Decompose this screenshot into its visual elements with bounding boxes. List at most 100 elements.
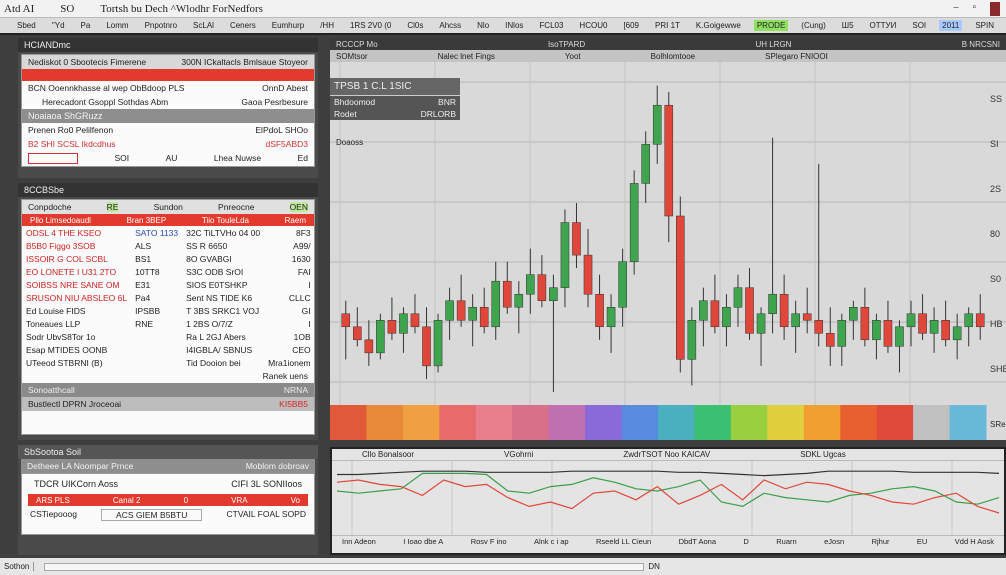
minimize-button[interactable]: – bbox=[953, 2, 958, 16]
col-header: Tiio TouleLda bbox=[201, 215, 249, 225]
toolbar-item[interactable]: [609 bbox=[620, 20, 642, 31]
info-text: B2 SHI SCSL Ikdcdhus bbox=[28, 139, 116, 149]
indicator-label: I Ioao dbe A bbox=[403, 537, 444, 546]
heat-band-segment bbox=[548, 405, 586, 440]
toolbar-item[interactable]: Ahcss bbox=[436, 20, 464, 31]
order-field[interactable]: Canal 2 bbox=[113, 496, 141, 505]
toolbar-item[interactable]: ''Yd bbox=[49, 20, 68, 31]
toolbar-item[interactable]: 2011 bbox=[939, 20, 963, 31]
toolbar-item[interactable]: Nlo bbox=[474, 20, 492, 31]
close-button[interactable] bbox=[990, 2, 1000, 16]
toolbar-item[interactable]: FCL03 bbox=[536, 20, 566, 31]
table-row[interactable]: Esap MTIDES OONB I4IGBLA/ SBNUS CEO bbox=[22, 343, 315, 356]
toolbar-item[interactable]: Sbed bbox=[14, 20, 39, 31]
heat-band-segment bbox=[913, 405, 951, 440]
indicator-line bbox=[336, 479, 1000, 514]
candle bbox=[860, 287, 870, 347]
tab[interactable]: RE bbox=[106, 202, 119, 212]
panel-title: SbSootoa Soil bbox=[18, 445, 318, 459]
axis-tick-label: SS bbox=[990, 94, 1002, 104]
candle bbox=[733, 274, 743, 327]
order-text: TDCR UIKCorn Aoss bbox=[34, 479, 119, 489]
info-text: Gaoa Pesrbesure bbox=[241, 97, 308, 107]
table-cell: I4IGBLA/ SBNUS bbox=[186, 344, 253, 355]
candle-body bbox=[964, 313, 973, 328]
toolbar-item[interactable]: SPIN bbox=[972, 20, 997, 31]
order-field[interactable]: 0 bbox=[184, 496, 188, 505]
candle bbox=[502, 261, 512, 314]
table-row[interactable]: UTeeod STBRNI (B) Tid Dooion bei Mra1ionem bbox=[22, 356, 315, 369]
toolbar-item[interactable]: HCOU0 bbox=[576, 20, 610, 31]
table-cell bbox=[131, 356, 182, 369]
candle bbox=[952, 313, 962, 360]
chart-header: B NRCSNI bbox=[961, 39, 1000, 49]
toolbar-item[interactable]: PRI 1T bbox=[652, 20, 683, 31]
toolbar-item[interactable]: SOI bbox=[909, 20, 929, 31]
tab[interactable]: Conpdoche bbox=[28, 202, 71, 212]
toolbar-item[interactable]: 1RS 2V0 (0 bbox=[347, 20, 394, 31]
tab[interactable]: Pnreocne bbox=[218, 202, 254, 212]
watchlist-panel: 8CCBSbe Conpdoche RE Sundon Pnreocne OEN… bbox=[18, 183, 318, 440]
info-text: Prenen Ro0 Pelilfenon bbox=[28, 125, 114, 135]
tab[interactable]: Sundon bbox=[154, 202, 183, 212]
toolbar-item[interactable]: Lomm bbox=[103, 20, 131, 31]
table-cell: B5B0 Figgo 3SOB bbox=[26, 240, 96, 251]
order-field[interactable]: ARS PLS bbox=[36, 496, 70, 505]
price-chart[interactable]: RCCCP Mo IsoTPARD UH LRGN B NRCSNI SOMtsor N… bbox=[330, 38, 1006, 440]
table-row[interactable]: B5B0 Figgo 3SOB ALS SS R 6650 A99/ bbox=[22, 239, 315, 252]
toolbar-item[interactable]: ScLAl bbox=[190, 20, 217, 31]
toolbar-item[interactable]: Eumhurp bbox=[269, 20, 307, 31]
toolbar-item[interactable]: Ш5 bbox=[839, 20, 857, 31]
tab[interactable]: OEN bbox=[289, 202, 308, 212]
candle-body bbox=[399, 313, 408, 334]
toolbar-item[interactable]: PRODE bbox=[753, 20, 789, 31]
order-input[interactable] bbox=[28, 153, 78, 164]
candle-body bbox=[975, 313, 985, 328]
value: AU bbox=[165, 153, 178, 163]
window-title: Tortsh bu Dech ^Wlodhr ForNedfors bbox=[100, 2, 263, 15]
horizontal-scrollbar[interactable] bbox=[44, 562, 645, 571]
table-row[interactable]: ISSOIR G COL SCBL BS1 8O GVABGI 1630 bbox=[22, 252, 315, 265]
info-text: dSF5ABD3 bbox=[265, 139, 308, 149]
table-cell: SATO 1133 bbox=[135, 227, 179, 238]
candle-body bbox=[606, 306, 616, 328]
toolbar-item[interactable]: /HH bbox=[317, 20, 337, 31]
order-field[interactable]: VRA bbox=[231, 496, 247, 505]
toolbar-item[interactable]: Ceners bbox=[227, 20, 259, 31]
toolbar-item[interactable]: Pa bbox=[78, 20, 94, 31]
indicator-panel[interactable]: Cllo Bonalsoor VGohrni ZwdrTSOT Noo KAICAV… bbox=[330, 447, 1006, 555]
maximize-button[interactable]: ▫ bbox=[972, 2, 976, 16]
candle-body bbox=[433, 320, 443, 367]
toolbar-item[interactable]: Pnpotnro bbox=[142, 20, 180, 31]
toolbar: Sbed ''Yd Pa Lomm Pnpotnro ScLAl Ceners Eumhurp… bbox=[0, 18, 1006, 35]
heat-band-segment bbox=[475, 405, 513, 440]
candle-body bbox=[387, 320, 397, 334]
chart-subheader: Bolhlomtooe bbox=[650, 51, 696, 61]
table-row[interactable]: Toneaues LLP RNE 1 2BS O/7/Z I bbox=[22, 317, 315, 330]
toolbar-item[interactable]: Cl0s bbox=[404, 20, 426, 31]
toolbar-item[interactable]: ОТТУИ bbox=[867, 20, 900, 31]
table-row[interactable]: ODSL 4 THE KSEO SATO 1133 32C TiLTVHo 04 0… bbox=[22, 226, 315, 239]
indicator-line bbox=[336, 472, 1000, 508]
toolbar-item[interactable]: INlos bbox=[502, 20, 526, 31]
candle bbox=[918, 294, 927, 340]
candle bbox=[537, 255, 547, 308]
table-row[interactable]: Ed Louise FIDS IPSBB T 3BS SRKC1 VOJ GI bbox=[22, 304, 315, 317]
heat-band-segment bbox=[803, 405, 841, 440]
toolbar-item[interactable]: (Cung) bbox=[798, 20, 828, 31]
candle-body bbox=[514, 293, 524, 308]
toolbar-item[interactable]: K.Goigewwe bbox=[693, 20, 744, 31]
table-row[interactable]: SOIBSS NRE SANE OM E31 SIOS E0TSHKP I bbox=[22, 278, 315, 291]
table-cell bbox=[131, 343, 182, 356]
table-cell: UTeeod STBRNI (B) bbox=[26, 357, 103, 368]
table-row[interactable]: SRUSON NIU ABSLEO 6L Pa4 Sent NS TIDE K6 CL… bbox=[22, 291, 315, 304]
order-input[interactable]: ACS GIEM B5BTU bbox=[101, 509, 203, 521]
order-field[interactable]: Vo bbox=[291, 496, 300, 505]
axis-tick-label: 2S bbox=[990, 184, 1001, 194]
heat-band-segment bbox=[512, 405, 550, 440]
candle bbox=[445, 287, 454, 340]
table-row[interactable]: Sodr UbvS8Tor 1o Ra L 2GJ Abers 1OB bbox=[22, 330, 315, 343]
candle-body bbox=[364, 339, 374, 354]
table-row[interactable]: EO LONETE I U31 2TO 10TT8 S3C ODB SrOI FAI bbox=[22, 265, 315, 278]
indicator-label: Ruarn bbox=[776, 537, 797, 546]
